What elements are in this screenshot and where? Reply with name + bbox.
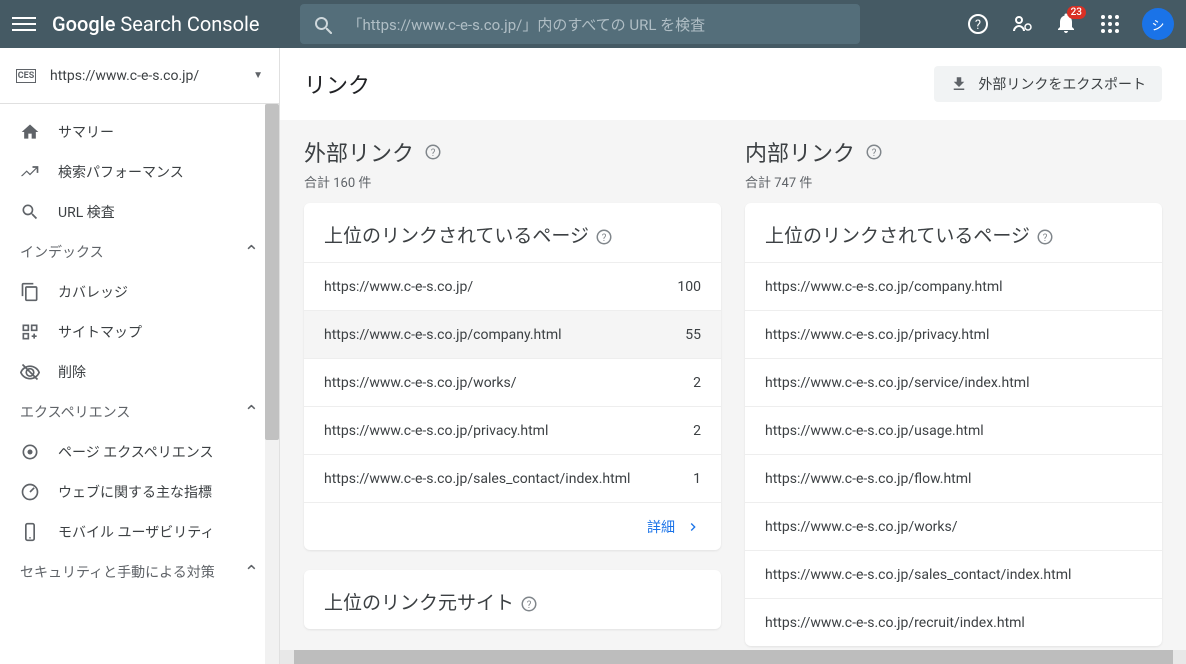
svg-text:?: ? — [527, 600, 532, 611]
sidebar-section-label: インデックス — [20, 242, 104, 262]
table-row[interactable]: https://www.c-e-s.co.jp/service/index.ht… — [745, 358, 1162, 406]
chevron-down-icon: ▼ — [253, 70, 263, 81]
table-row[interactable]: https://www.c-e-s.co.jp/flow.html — [745, 454, 1162, 502]
sidebar-item-label: ページ エクスペリエンス — [58, 442, 214, 462]
search-placeholder: 「https://www.c-e-s.co.jp/」内のすべての URL を検査 — [348, 14, 706, 35]
chevron-right-icon — [685, 519, 701, 535]
table-row[interactable]: https://www.c-e-s.co.jp/company.html — [745, 262, 1162, 310]
notif-badge: 23 — [1067, 6, 1086, 19]
main-header: リンク 外部リンクをエクスポート — [280, 48, 1186, 120]
sidebar-section-experience[interactable]: エクスペリエンス ⌃ — [0, 392, 279, 432]
sidebar-item-removals[interactable]: 削除 — [0, 352, 279, 392]
internal-links-column: 内部リンク? 合計 747 件 上位のリンクされているページ? https://… — [745, 136, 1162, 648]
svg-text:?: ? — [1043, 233, 1048, 244]
sidebar-section-label: エクスペリエンス — [20, 402, 130, 422]
notifications-icon[interactable]: 23 — [1054, 12, 1078, 36]
card-title: 上位のリンクされているページ? — [324, 221, 613, 248]
search-input[interactable]: 「https://www.c-e-s.co.jp/」内のすべての URL を検査 — [300, 4, 860, 44]
table-row[interactable]: https://www.c-e-s.co.jp/works/2 — [304, 358, 721, 406]
sidebar: CES https://www.c-e-s.co.jp/ ▼ サマリー 検索パフ… — [0, 48, 280, 664]
sidebar-item-page-experience[interactable]: ページ エクスペリエンス — [0, 432, 279, 472]
user-settings-icon[interactable] — [1010, 12, 1034, 36]
sidebar-item-label: サマリー — [58, 122, 114, 142]
search-icon — [312, 14, 332, 34]
menu-icon[interactable] — [12, 12, 36, 36]
help-icon[interactable]: ? — [424, 143, 442, 161]
svg-text:?: ? — [431, 148, 436, 159]
sidebar-item-url-inspect[interactable]: URL 検査 — [0, 192, 279, 232]
table-row[interactable]: https://www.c-e-s.co.jp/sales_contact/in… — [745, 550, 1162, 598]
sidebar-section-security[interactable]: セキュリティと手動による対策 ⌃ — [0, 552, 279, 592]
internal-links-total: 合計 747 件 — [745, 172, 1162, 191]
sidebar-item-label: カバレッジ — [58, 282, 128, 302]
sidebar-item-label: URL 検査 — [58, 202, 115, 222]
external-links-column: 外部リンク? 合計 160 件 上位のリンクされているページ? https://… — [304, 136, 721, 648]
main-content: リンク 外部リンクをエクスポート 外部リンク? 合計 160 件 上位のリンクさ… — [280, 48, 1186, 664]
table-row[interactable]: https://www.c-e-s.co.jp/usage.html — [745, 406, 1162, 454]
sidebar-item-sitemaps[interactable]: サイトマップ — [0, 312, 279, 352]
property-selector[interactable]: CES https://www.c-e-s.co.jp/ ▼ — [0, 48, 279, 104]
card-title: 上位のリンク元サイト? — [324, 588, 538, 615]
content-area: 外部リンク? 合計 160 件 上位のリンクされているページ? https://… — [280, 120, 1186, 664]
help-icon[interactable]: ? — [865, 143, 883, 161]
export-button[interactable]: 外部リンクをエクスポート — [934, 66, 1162, 102]
sidebar-item-coverage[interactable]: カバレッジ — [0, 272, 279, 312]
chevron-up-icon: ⌃ — [244, 562, 259, 583]
header-actions: ? 23 シ — [966, 8, 1174, 40]
svg-text:?: ? — [872, 148, 877, 159]
sidebar-scrollbar[interactable] — [265, 104, 279, 664]
sidebar-section-index[interactable]: インデックス ⌃ — [0, 232, 279, 272]
svg-text:?: ? — [975, 18, 981, 33]
help-icon[interactable]: ? — [520, 595, 538, 613]
sidebar-item-performance[interactable]: 検索パフォーマンス — [0, 152, 279, 192]
internal-links-title: 内部リンク? — [745, 136, 883, 168]
external-top-pages-card: 上位のリンクされているページ? https://www.c-e-s.co.jp/… — [304, 203, 721, 550]
chevron-up-icon: ⌃ — [244, 242, 259, 263]
card-title: 上位のリンクされているページ? — [765, 221, 1054, 248]
table-row[interactable]: https://www.c-e-s.co.jp/company.html55 — [304, 310, 721, 358]
help-icon[interactable]: ? — [595, 228, 613, 246]
help-icon[interactable]: ? — [966, 12, 990, 36]
sidebar-item-label: 検索パフォーマンス — [58, 162, 184, 182]
table-row[interactable]: https://www.c-e-s.co.jp/works/ — [745, 502, 1162, 550]
svg-text:?: ? — [602, 233, 607, 244]
page-title: リンク — [304, 68, 370, 100]
table-row[interactable]: https://www.c-e-s.co.jp/100 — [304, 262, 721, 310]
external-links-total: 合計 160 件 — [304, 172, 721, 191]
property-favicon: CES — [16, 69, 36, 83]
sidebar-item-summary[interactable]: サマリー — [0, 112, 279, 152]
export-button-label: 外部リンクをエクスポート — [978, 74, 1146, 94]
apps-icon[interactable] — [1098, 12, 1122, 36]
sidebar-item-label: モバイル ユーザビリティ — [58, 522, 214, 542]
table-row[interactable]: https://www.c-e-s.co.jp/privacy.html — [745, 310, 1162, 358]
detail-link[interactable]: 詳細 — [647, 517, 701, 537]
sidebar-item-mobile-usability[interactable]: モバイル ユーザビリティ — [0, 512, 279, 552]
table-row[interactable]: https://www.c-e-s.co.jp/sales_contact/in… — [304, 454, 721, 502]
sidebar-section-label: セキュリティと手動による対策 — [20, 562, 215, 582]
table-row[interactable]: https://www.c-e-s.co.jp/privacy.html2 — [304, 406, 721, 454]
app-header: Google Search Console 「https://www.c-e-s… — [0, 0, 1186, 48]
external-top-sites-card: 上位のリンク元サイト? — [304, 570, 721, 629]
download-icon — [950, 75, 968, 93]
sidebar-nav: サマリー 検索パフォーマンス URL 検査 インデックス ⌃ カバレッジ サイトマ… — [0, 104, 279, 664]
horizontal-scrollbar[interactable] — [280, 650, 1186, 664]
external-links-title: 外部リンク? — [304, 136, 442, 168]
help-icon[interactable]: ? — [1036, 228, 1054, 246]
avatar[interactable]: シ — [1142, 8, 1174, 40]
sidebar-item-label: ウェブに関する主な指標 — [58, 482, 212, 502]
sidebar-item-label: 削除 — [58, 362, 86, 382]
chevron-up-icon: ⌃ — [244, 402, 259, 423]
app-logo: Google Search Console — [52, 12, 260, 36]
property-url: https://www.c-e-s.co.jp/ — [50, 68, 253, 84]
internal-top-pages-card: 上位のリンクされているページ? https://www.c-e-s.co.jp/… — [745, 203, 1162, 646]
sidebar-item-label: サイトマップ — [58, 322, 142, 342]
table-row[interactable]: https://www.c-e-s.co.jp/recruit/index.ht… — [745, 598, 1162, 646]
sidebar-item-core-vitals[interactable]: ウェブに関する主な指標 — [0, 472, 279, 512]
